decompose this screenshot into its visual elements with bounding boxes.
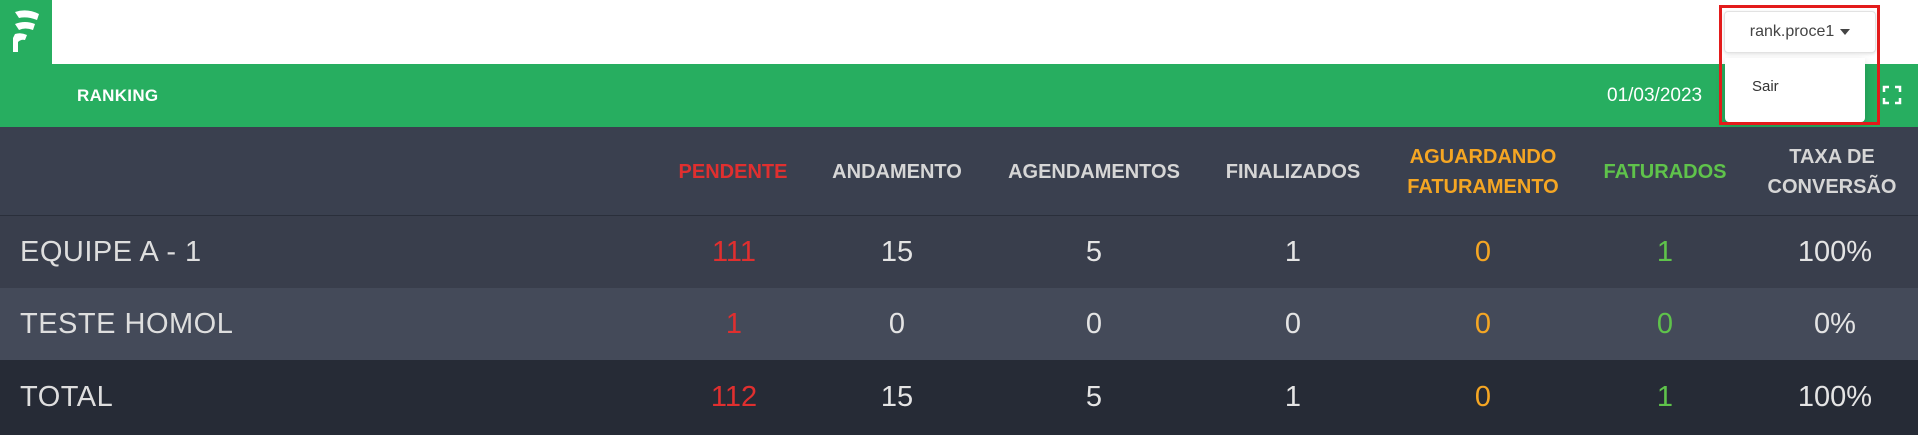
table-row: EQUIPE A - 1 111 15 5 1 0 1 100% xyxy=(0,216,1918,288)
andamento-value: 0 xyxy=(888,308,906,340)
taxa-conversao-value: 0% xyxy=(1814,308,1856,340)
andamento-value: 15 xyxy=(880,236,914,268)
faturados-value: 0 xyxy=(1656,308,1674,340)
brand-logo-icon xyxy=(13,10,39,52)
column-header-faturados: FATURADOS xyxy=(1603,160,1727,183)
taxa-conversao-value: 100% xyxy=(1797,236,1873,268)
top-bar: rank.proce1 xyxy=(0,0,1918,64)
table-header: PENDENTE ANDAMENTO AGENDAMENTOS FINALIZA… xyxy=(0,127,1918,216)
faturados-total: 1 xyxy=(1656,381,1674,413)
user-menu-button[interactable]: rank.proce1 xyxy=(1724,11,1876,53)
column-header-pendente: PENDENTE xyxy=(678,160,788,183)
finalizados-value: 0 xyxy=(1284,308,1302,340)
agendamentos-value: 0 xyxy=(1085,308,1103,340)
table-total-row: TOTAL 112 15 5 1 0 1 100% xyxy=(0,360,1918,435)
taxa-conversao-total: 100% xyxy=(1797,381,1873,413)
team-name: EQUIPE A - 1 xyxy=(20,236,202,268)
column-header-taxa-de-conversao: TAXA DE CONVERSÃO xyxy=(1767,145,1897,198)
finalizados-total: 1 xyxy=(1284,381,1302,413)
column-header-andamento: ANDAMENTO xyxy=(832,160,962,183)
fullscreen-icon[interactable] xyxy=(1882,85,1902,105)
column-header-finalizados: FINALIZADOS xyxy=(1225,160,1361,183)
pendente-total: 112 xyxy=(710,381,758,413)
brand-logo[interactable] xyxy=(0,0,52,64)
pendente-value: 1 xyxy=(725,308,743,340)
faturados-value: 1 xyxy=(1656,236,1674,268)
page-header-bar: RANKING 01/03/2023 xyxy=(0,64,1918,127)
page-title: RANKING xyxy=(77,86,159,105)
column-header-agendamentos: AGENDAMENTOS xyxy=(1008,160,1180,183)
column-header-aguardando-faturamento: AGUARDANDO FATURAMENTO xyxy=(1407,145,1559,198)
andamento-total: 15 xyxy=(880,381,914,413)
pendente-value: 111 xyxy=(711,236,757,268)
table-row: TESTE HOMOL 1 0 0 0 0 0 0% xyxy=(0,288,1918,360)
team-name: TESTE HOMOL xyxy=(20,308,234,340)
finalizados-value: 1 xyxy=(1284,236,1302,268)
current-date: 01/03/2023 xyxy=(1607,85,1703,106)
logout-menu-item[interactable]: Sair xyxy=(1752,78,1779,95)
user-dropdown-menu: Sair xyxy=(1725,58,1865,122)
caret-down-icon xyxy=(1840,29,1851,35)
total-label: TOTAL xyxy=(20,381,114,413)
agendamentos-total: 5 xyxy=(1085,381,1103,413)
aguardando-faturamento-total: 0 xyxy=(1474,381,1492,413)
aguardando-faturamento-value: 0 xyxy=(1474,308,1492,340)
username-label: rank.proce1 xyxy=(1749,23,1835,40)
agendamentos-value: 5 xyxy=(1085,236,1103,268)
aguardando-faturamento-value: 0 xyxy=(1474,236,1492,268)
